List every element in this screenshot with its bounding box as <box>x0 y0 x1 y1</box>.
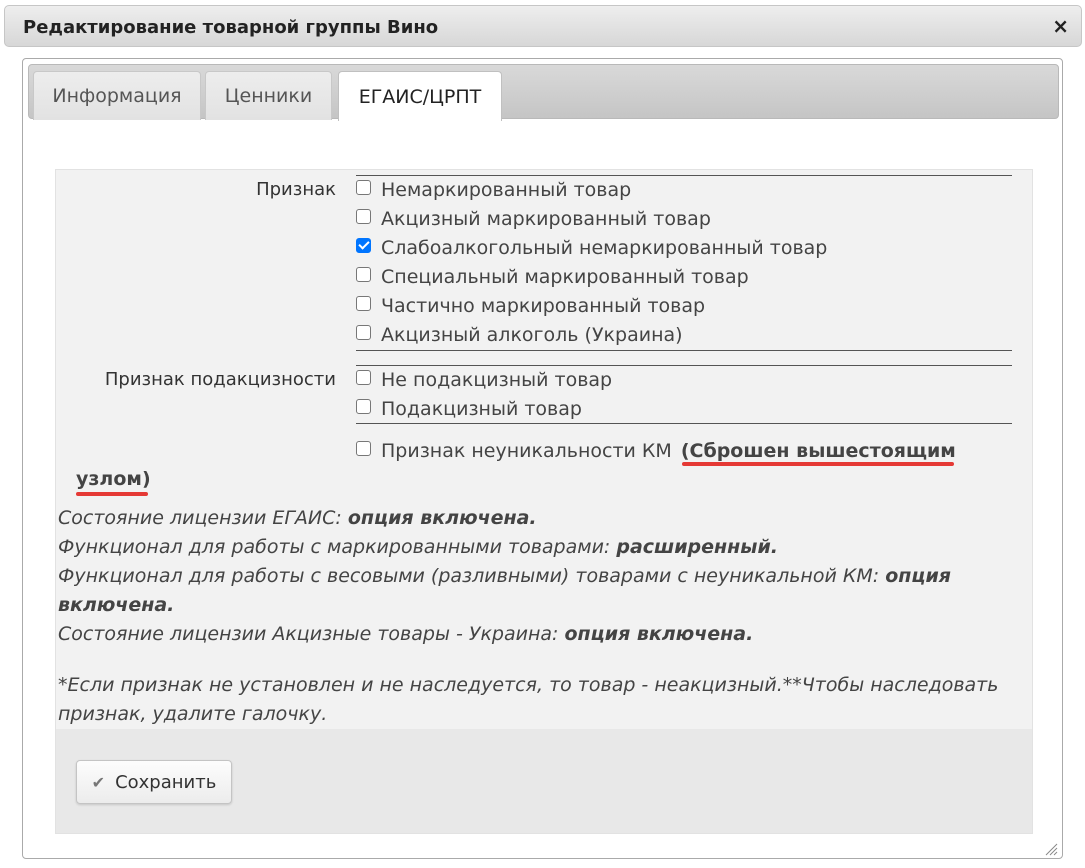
panel-footer: ✔ Сохранить <box>56 729 1032 833</box>
inherited-reset-note: (Сброшен вышестоящим <box>680 440 956 462</box>
close-icon[interactable]: × <box>1052 14 1069 38</box>
checkbox[interactable] <box>356 369 371 385</box>
checkbox[interactable] <box>356 398 371 414</box>
checkbox[interactable] <box>356 179 371 195</box>
divider <box>356 423 1012 424</box>
option-excise-alcohol-ukraine[interactable]: Акцизный алкоголь (Украина) <box>356 322 683 348</box>
tab-info[interactable]: Информация <box>33 71 201 120</box>
info-marked-functional: Функционал для работы с маркированными т… <box>58 536 778 558</box>
option-excise-marked[interactable]: Акцизный маркированный товар <box>356 206 711 232</box>
inherited-reset-note-cont: узлом) <box>76 468 151 490</box>
footnote-cont: признак, удалите галочку. <box>58 703 328 725</box>
checkbox[interactable] <box>356 266 371 282</box>
info-egais-license: Состояние лицензии ЕГАИС: опция включена… <box>58 507 537 529</box>
tab-egais-crpt[interactable]: ЕГАИС/ЦРПТ <box>338 71 502 121</box>
option-low-alcohol-unmarked[interactable]: Слабоалкогольный немаркированный товар <box>356 235 827 261</box>
dialog-titlebar: Редактирование товарной группы Вино × <box>4 5 1082 47</box>
option-not-excise[interactable]: Не подакцизный товар <box>356 367 612 393</box>
info-weight-functional-cont: включена. <box>58 594 175 616</box>
check-icon: ✔ <box>91 772 106 792</box>
option-excise[interactable]: Подакцизный товар <box>356 396 582 422</box>
red-underline <box>682 462 954 466</box>
resize-handle-icon[interactable] <box>1044 842 1058 856</box>
divider <box>356 350 1012 351</box>
dialog-body: Информация Ценники ЕГАИС/ЦРПТ Признак Не… <box>22 58 1063 859</box>
egais-panel: Признак Немаркированный товар Акцизный м… <box>55 169 1033 834</box>
dialog-title: Редактирование товарной группы Вино <box>23 17 439 38</box>
info-ukraine-license: Состояние лицензии Акцизные товары - Укр… <box>58 623 754 645</box>
checkbox-checked[interactable] <box>356 237 371 253</box>
option-unmarked[interactable]: Немаркированный товар <box>356 177 631 203</box>
checkbox[interactable] <box>356 208 371 224</box>
divider <box>356 365 1012 366</box>
save-button[interactable]: ✔ Сохранить <box>76 760 232 804</box>
tab-bar: Информация Ценники ЕГАИС/ЦРПТ <box>28 64 1059 121</box>
info-weight-functional: Функционал для работы с весовыми (разлив… <box>58 565 951 587</box>
checkbox[interactable] <box>356 440 371 456</box>
excise-label: Признак подакцизности <box>104 369 336 390</box>
checkbox[interactable] <box>356 295 371 311</box>
option-special-marked[interactable]: Специальный маркированный товар <box>356 264 749 290</box>
divider <box>356 175 1012 176</box>
option-nonunique-km[interactable]: Признак неуникальности КМ (Сброшен вышес… <box>356 438 956 464</box>
red-underline <box>76 492 148 496</box>
footnote: *Если признак не установлен и не наследу… <box>58 674 999 696</box>
attribute-label: Признак <box>256 179 336 200</box>
checkbox[interactable] <box>356 324 371 340</box>
option-partially-marked[interactable]: Частично маркированный товар <box>356 293 705 319</box>
tab-price-tags[interactable]: Ценники <box>205 71 332 120</box>
